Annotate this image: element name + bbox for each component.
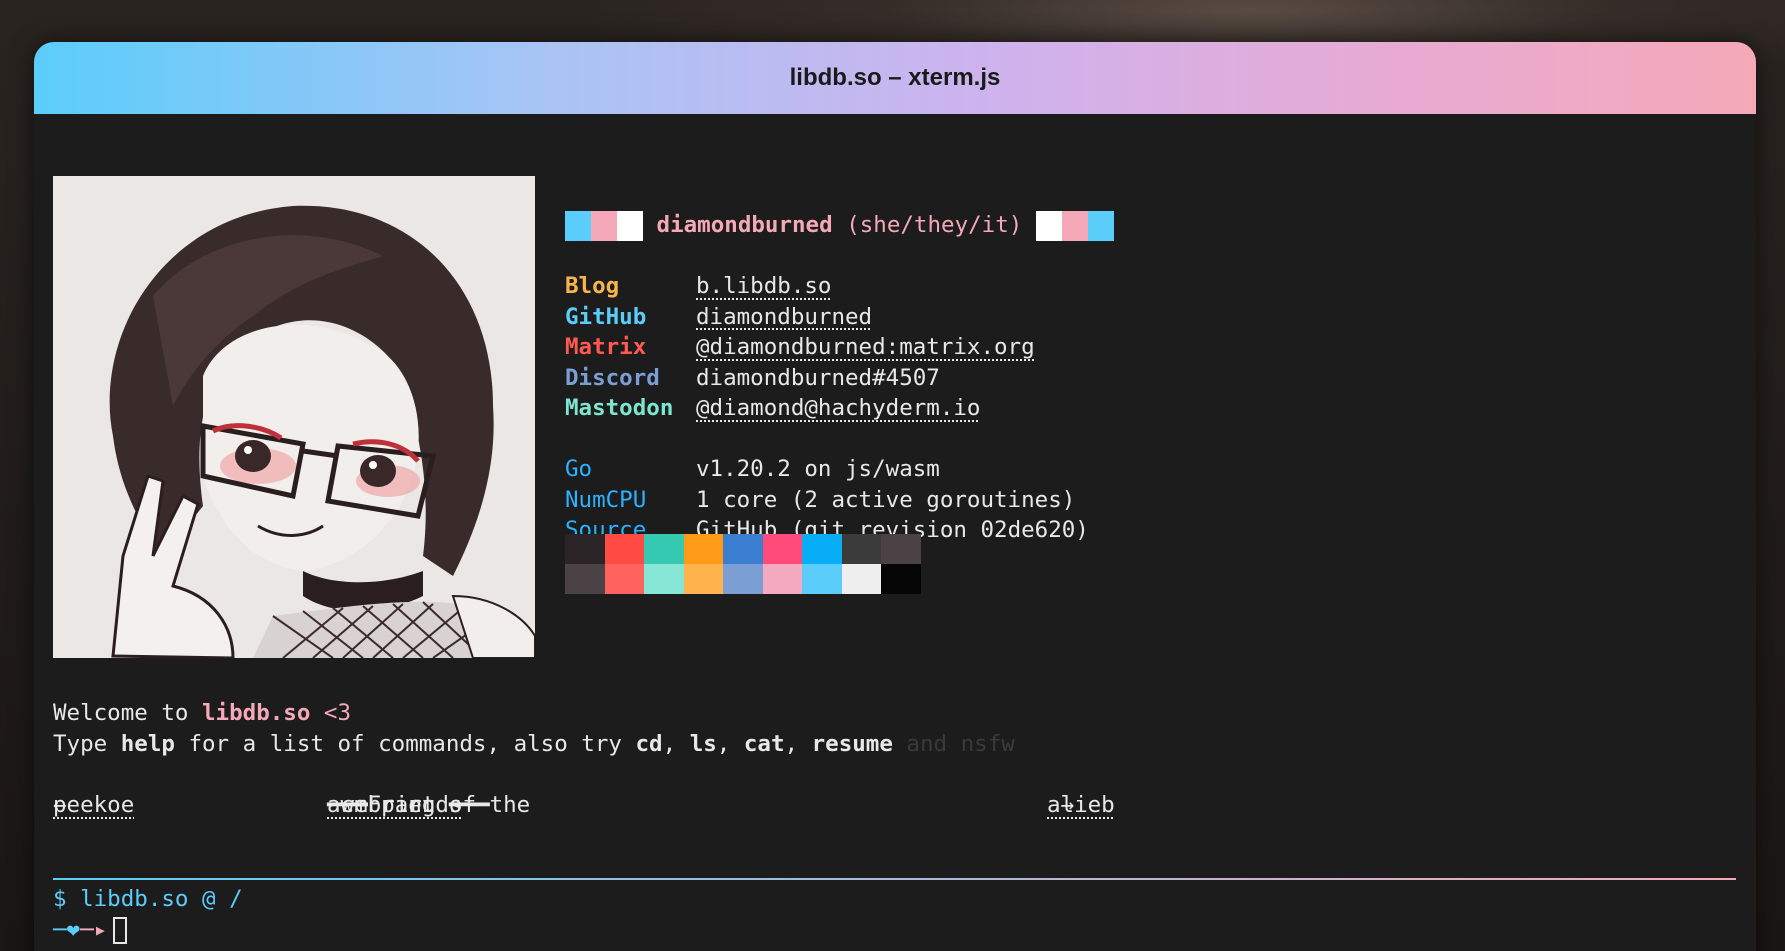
link-label-mastodon: Mastodon — [565, 395, 674, 421]
webring-nav: ← peekoe ━━━ part of the acmFriends webr… — [53, 790, 1115, 820]
sys-label-go: Go — [565, 456, 593, 482]
flag-stripe — [591, 210, 617, 241]
link-row-github: GitHub diamondburned — [565, 302, 1114, 333]
palette-swatch — [565, 564, 605, 594]
profile-header: diamondburned (she/they/it) — [565, 210, 1114, 241]
cmd-help: help — [120, 730, 175, 757]
welcome-text: Welcome to — [53, 700, 203, 726]
shell-prompt[interactable]: $ libdb.so @ / ─❤─▸ — [53, 884, 243, 945]
cmd-cat: cat — [743, 730, 785, 757]
link-row-blog: Blog b.libdb.so — [565, 271, 1114, 302]
link-label-matrix: Matrix — [565, 334, 647, 360]
palette-swatch — [723, 534, 763, 564]
prompt-divider — [53, 878, 1736, 880]
palette-swatch — [565, 534, 605, 564]
welcome-heart: <3 — [310, 700, 352, 726]
welcome-site: libdb.so — [202, 700, 311, 726]
avatar-image — [53, 176, 535, 658]
welcome-line: Welcome to libdb.so <3 — [53, 698, 1015, 729]
help-line: Type help for a list of commands, also t… — [53, 729, 1015, 760]
profile-info: diamondburned (she/they/it) Blog b.libdb… — [565, 210, 1114, 546]
link-github[interactable]: diamondburned — [696, 302, 872, 333]
link-label-discord: Discord — [565, 364, 660, 391]
link-label-blog: Blog — [565, 273, 620, 299]
palette-swatch — [762, 564, 802, 594]
help-text: Type — [53, 730, 121, 757]
prompt-path: $ libdb.so @ / — [53, 886, 243, 912]
palette-swatch — [723, 564, 763, 594]
separator: , — [662, 730, 690, 757]
link-mastodon[interactable]: @diamond@hachyderm.io — [696, 393, 980, 424]
cmd-cd: cd — [635, 730, 663, 757]
palette-swatch — [644, 534, 684, 564]
palette-swatch — [802, 564, 842, 594]
webring-text: webring ━━━ — [327, 792, 490, 818]
profile-pronouns: (she/they/it) — [846, 212, 1023, 238]
arrow-right-icon: → — [1047, 792, 1075, 818]
discord-handle: diamondburned#4507 — [696, 364, 940, 391]
palette-swatch — [604, 564, 644, 594]
prompt-input-line[interactable]: ─❤─▸ — [53, 915, 243, 946]
profile-name: diamondburned — [656, 212, 833, 238]
flag-stripe — [1035, 210, 1062, 241]
link-blog[interactable]: b.libdb.so — [696, 271, 831, 302]
flag-stripe — [1087, 210, 1114, 241]
link-row-discord: Discord diamondburned#4507 — [565, 363, 1114, 394]
palette-swatch — [841, 534, 881, 564]
palette-swatch — [683, 534, 723, 564]
palette-swatch — [644, 564, 684, 594]
terminal-window: libdb.so – xterm.js diamondburned (she/t… — [34, 42, 1756, 951]
heart-arrow-icon: ─❤─▸ — [53, 916, 108, 943]
link-matrix[interactable]: @diamondburned:matrix.org — [696, 332, 1035, 363]
flag-stripe — [617, 210, 643, 241]
window-title: libdb.so – xterm.js — [789, 64, 1001, 91]
sys-value-cpu: 1 core (2 active goroutines) — [696, 486, 1076, 513]
link-row-matrix: Matrix @diamondburned:matrix.org — [565, 332, 1114, 363]
cmd-ls: ls — [689, 730, 717, 757]
hidden-hint: and nsfw — [892, 730, 1015, 757]
text-cursor[interactable] — [113, 916, 128, 944]
color-palette — [565, 534, 921, 594]
help-text: for a list of commands, also try — [174, 730, 636, 757]
title-bar[interactable]: libdb.so – xterm.js — [34, 42, 1756, 114]
palette-swatch — [841, 564, 881, 594]
sys-row-cpu: NumCPU 1 core (2 active goroutines) — [565, 485, 1114, 516]
separator: , — [716, 730, 744, 757]
sys-row-go: Go v1.20.2 on js/wasm — [565, 454, 1114, 485]
webring-prev-link[interactable]: peekoe — [53, 790, 134, 820]
welcome-message: Welcome to libdb.so <3 Type help for a l… — [53, 698, 1015, 759]
palette-swatch — [802, 534, 842, 564]
palette-swatch — [762, 534, 802, 564]
palette-swatch — [881, 534, 921, 564]
cmd-resume: resume — [811, 730, 893, 757]
link-row-mastodon: Mastodon @diamond@hachyderm.io — [565, 393, 1114, 424]
flag-stripe — [1061, 210, 1088, 241]
palette-swatch — [881, 564, 921, 594]
flag-stripe — [565, 210, 591, 241]
separator: , — [784, 730, 812, 757]
sys-label-cpu: NumCPU — [565, 486, 647, 513]
sys-value-go: v1.20.2 on js/wasm — [696, 456, 940, 482]
terminal-area[interactable]: diamondburned (she/they/it) Blog b.libdb… — [34, 114, 1756, 951]
link-label-github: GitHub — [565, 303, 647, 330]
palette-swatch — [683, 564, 723, 594]
palette-swatch — [604, 534, 644, 564]
